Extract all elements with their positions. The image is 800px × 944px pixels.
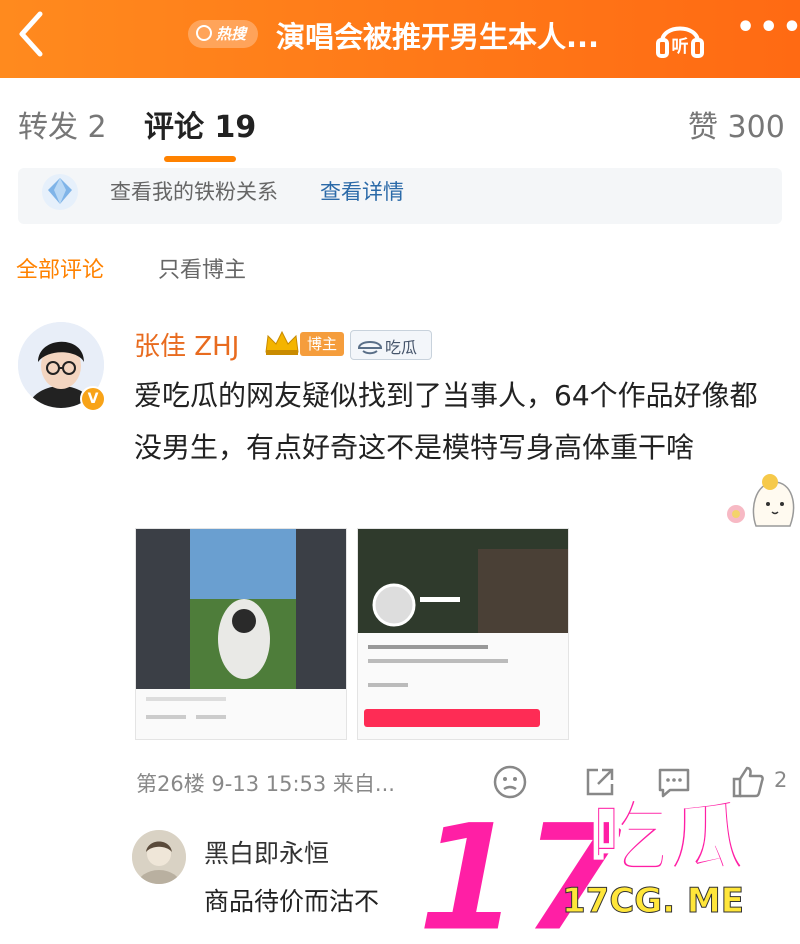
comment-text: 爱吃瓜的网友疑似找到了当事人，64个作品好像都没男生，有点好奇这不是模特写身高体… [134, 379, 758, 464]
melon-tag[interactable]: 吃瓜 [350, 330, 432, 360]
chevron-left-icon [19, 11, 43, 57]
hot-search-badge[interactable]: 热搜 [188, 20, 258, 48]
headphones-icon: 听 [656, 26, 704, 58]
reply-username[interactable]: 黑白即永恒 [204, 834, 329, 870]
search-icon [196, 25, 212, 41]
poster-tag: 博主 [300, 332, 344, 356]
reply-avatar[interactable] [132, 830, 186, 884]
tab-comments[interactable]: 评论 19 [144, 102, 256, 146]
comment-meta: 第26楼 9-13 15:53 来自... [136, 772, 395, 796]
more-dots-icon: ••• [736, 10, 800, 45]
melon-tag-label: 吃瓜 [385, 338, 418, 357]
listen-button[interactable]: 听 [654, 12, 706, 60]
hot-search-label: 热搜 [216, 25, 247, 43]
comment-image-2[interactable] [357, 528, 569, 740]
page-title: 演唱会被推开男生本人... [276, 20, 600, 54]
tab-likes[interactable]: 赞 300 [688, 102, 785, 146]
comment-username[interactable]: 张佳 ZHJ [134, 326, 239, 363]
tab-bar [0, 78, 800, 170]
view-details-link[interactable]: 查看详情 [320, 176, 404, 206]
melon-icon [357, 341, 383, 355]
watermark-cn: 吃瓜 [590, 793, 746, 883]
tab-reposts[interactable]: 转发 2 [18, 102, 107, 146]
verified-badge: V [80, 386, 106, 412]
crown-icon [262, 328, 302, 356]
more-button[interactable]: ••• [736, 13, 800, 48]
back-button[interactable] [12, 8, 52, 60]
flower-sticker-icon [720, 470, 800, 530]
comment-image-1[interactable] [135, 528, 347, 740]
reply-text: 商品待价而沽不 [204, 887, 380, 916]
diamond-icon [38, 172, 82, 212]
active-tab-indicator [164, 156, 236, 162]
listen-label: 听 [672, 36, 689, 57]
fan-relation-text: 查看我的铁粉关系 [110, 180, 278, 204]
filter-poster-only[interactable]: 只看博主 [158, 252, 246, 284]
filter-all-comments[interactable]: 全部评论 [16, 252, 104, 284]
watermark-url: 17CG. ME [562, 881, 744, 921]
watermark-logo: 17 吃瓜 17CG. ME [412, 780, 800, 944]
